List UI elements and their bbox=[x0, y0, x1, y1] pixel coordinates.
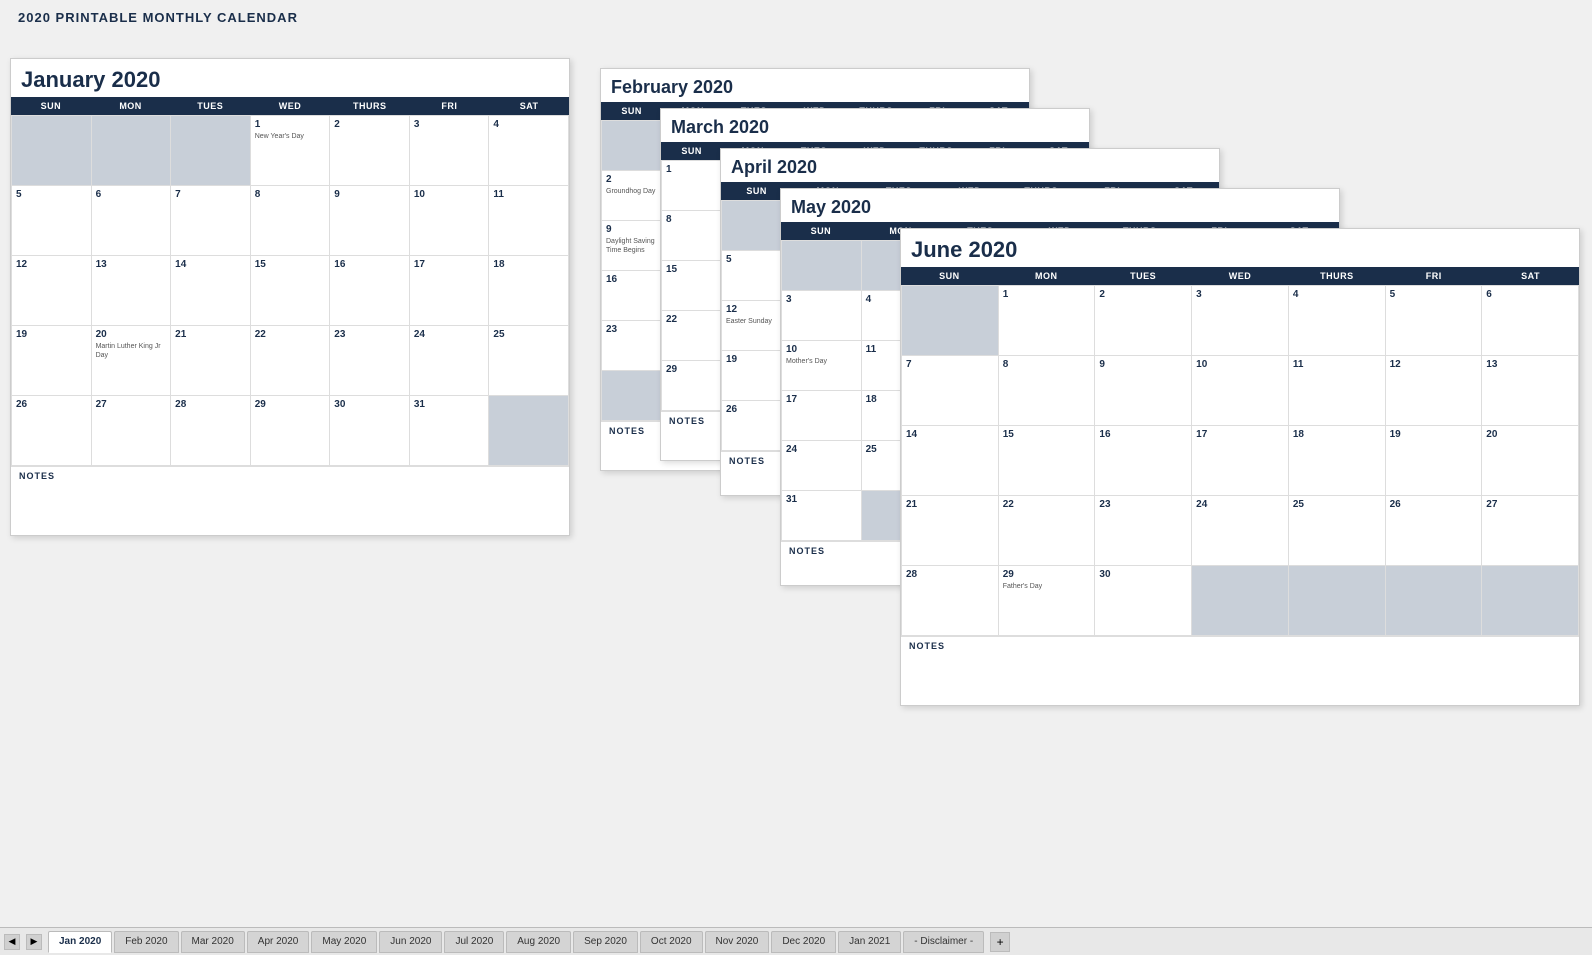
june-grid: 1 2 3 4 5 6 7 8 9 10 11 12 13 14 15 16 1… bbox=[901, 285, 1579, 636]
cal-day bbox=[489, 396, 569, 466]
cal-day: 26 bbox=[12, 396, 92, 466]
tab-feb2020[interactable]: Feb 2020 bbox=[114, 931, 178, 953]
tab-may2020[interactable]: May 2020 bbox=[311, 931, 377, 953]
january-header: SUN MON TUES WED THURS FRI SAT bbox=[11, 97, 569, 115]
header-sun: SUN bbox=[11, 97, 91, 115]
calendar-june: June 2020 SUN MON TUES WED THURS FRI SAT… bbox=[900, 228, 1580, 706]
header-sat: SAT bbox=[489, 97, 569, 115]
page-title: 2020 PRINTABLE MONTHLY CALENDAR bbox=[0, 0, 1592, 29]
february-title: February 2020 bbox=[601, 69, 1029, 102]
cal-day: 14 bbox=[171, 256, 251, 326]
january-grid: 1New Year's Day 2 3 4 5 6 7 8 9 10 11 12… bbox=[11, 115, 569, 466]
cal-day: 23 bbox=[330, 326, 410, 396]
tab-jan2020[interactable]: Jan 2020 bbox=[48, 931, 112, 953]
cal-day: 5 bbox=[12, 186, 92, 256]
january-notes: NOTES bbox=[11, 466, 569, 485]
cal-day: 17 bbox=[410, 256, 490, 326]
cal-day: 20Martin Luther King Jr Day bbox=[92, 326, 172, 396]
may-title: May 2020 bbox=[781, 189, 1339, 222]
tab-apr2020[interactable]: Apr 2020 bbox=[247, 931, 310, 953]
april-title: April 2020 bbox=[721, 149, 1219, 182]
main-container: 2020 PRINTABLE MONTHLY CALENDAR January … bbox=[0, 0, 1592, 955]
cal-day: 3 bbox=[410, 116, 490, 186]
cal-day: 25 bbox=[489, 326, 569, 396]
cal-day: 9 bbox=[330, 186, 410, 256]
june-notes: NOTES bbox=[901, 636, 1579, 655]
june-header: SUN MON TUES WED THURS FRI SAT bbox=[901, 267, 1579, 285]
cal-day: 1New Year's Day bbox=[251, 116, 331, 186]
tab-oct2020[interactable]: Oct 2020 bbox=[640, 931, 703, 953]
cal-day: 28 bbox=[171, 396, 251, 466]
header-fri: FRI bbox=[410, 97, 490, 115]
tab-jun2020[interactable]: Jun 2020 bbox=[379, 931, 442, 953]
cal-day: 31 bbox=[410, 396, 490, 466]
tab-next-button[interactable]: ▶ bbox=[26, 934, 42, 950]
cal-day: 12 bbox=[12, 256, 92, 326]
header-thu: THURS bbox=[330, 97, 410, 115]
cal-day: 10 bbox=[410, 186, 490, 256]
january-title: January 2020 bbox=[11, 59, 569, 97]
tab-mar2020[interactable]: Mar 2020 bbox=[181, 931, 245, 953]
header-tue: TUES bbox=[170, 97, 250, 115]
cal-day: 2 bbox=[330, 116, 410, 186]
tab-disclaimer[interactable]: - Disclaimer - bbox=[903, 931, 984, 953]
cal-day: 4 bbox=[489, 116, 569, 186]
cal-day: 18 bbox=[489, 256, 569, 326]
tab-nov2020[interactable]: Nov 2020 bbox=[705, 931, 770, 953]
tab-aug2020[interactable]: Aug 2020 bbox=[506, 931, 571, 953]
march-title: March 2020 bbox=[661, 109, 1089, 142]
cal-day: 11 bbox=[489, 186, 569, 256]
cal-day: 19 bbox=[12, 326, 92, 396]
cal-day: 22 bbox=[251, 326, 331, 396]
cal-day: 24 bbox=[410, 326, 490, 396]
tab-bar: ◀ ▶ Jan 2020 Feb 2020 Mar 2020 Apr 2020 … bbox=[0, 927, 1592, 955]
cal-day: 29 bbox=[251, 396, 331, 466]
tab-jan2021[interactable]: Jan 2021 bbox=[838, 931, 901, 953]
cal-day bbox=[92, 116, 172, 186]
cal-day: 7 bbox=[171, 186, 251, 256]
cal-day: 21 bbox=[171, 326, 251, 396]
header-mon: MON bbox=[91, 97, 171, 115]
cal-day bbox=[12, 116, 92, 186]
tab-dec2020[interactable]: Dec 2020 bbox=[771, 931, 836, 953]
cal-day: 6 bbox=[92, 186, 172, 256]
cal-day: 27 bbox=[92, 396, 172, 466]
june-title: June 2020 bbox=[901, 229, 1579, 267]
cal-day: 13 bbox=[92, 256, 172, 326]
tab-prev-button[interactable]: ◀ bbox=[4, 934, 20, 950]
tab-jul2020[interactable]: Jul 2020 bbox=[444, 931, 504, 953]
calendar-january: January 2020 SUN MON TUES WED THURS FRI … bbox=[10, 58, 570, 536]
cal-day: 8 bbox=[251, 186, 331, 256]
cal-day: 30 bbox=[330, 396, 410, 466]
cal-day bbox=[171, 116, 251, 186]
tab-add-button[interactable]: + bbox=[990, 932, 1010, 952]
cal-day: 15 bbox=[251, 256, 331, 326]
header-wed: WED bbox=[250, 97, 330, 115]
tab-sep2020[interactable]: Sep 2020 bbox=[573, 931, 638, 953]
cal-day: 16 bbox=[330, 256, 410, 326]
